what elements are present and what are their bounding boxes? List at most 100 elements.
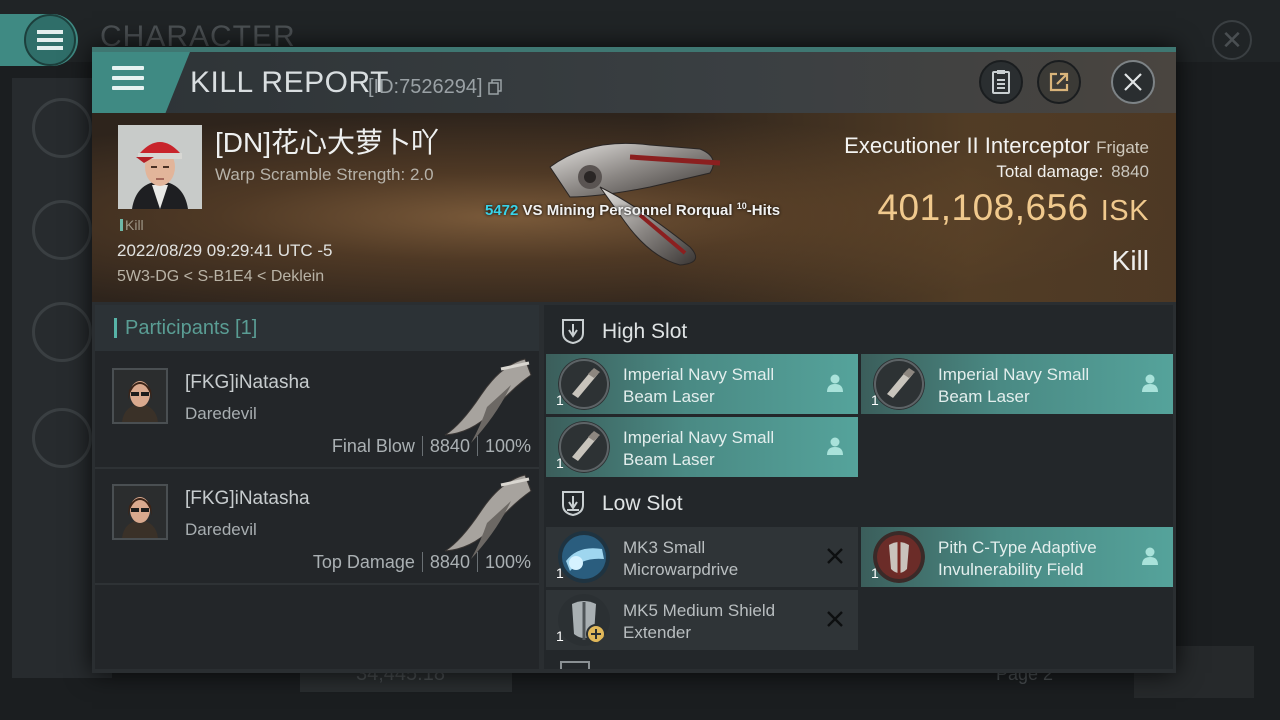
isk-amount: 401,108,656 xyxy=(877,187,1089,228)
dialog-title: KILL REPORT xyxy=(190,66,389,99)
pilot-icon xyxy=(1142,547,1158,565)
low-slot-header: Low Slot xyxy=(544,479,1173,527)
warp-scramble: Warp Scramble Strength: 2.0 xyxy=(215,165,434,184)
pilot-icon xyxy=(1142,374,1158,392)
background-menu-button[interactable] xyxy=(0,14,78,66)
close-button[interactable] xyxy=(1111,60,1155,104)
module-label: Pith C-Type Adaptive Invulnerability Fie… xyxy=(938,538,1097,579)
beam-laser-icon xyxy=(558,421,610,473)
participant-role: Final Blow xyxy=(331,436,415,456)
vs-superscript: 10 xyxy=(736,201,747,211)
pilot-icon xyxy=(827,437,843,455)
isk-value: 401,108,656 ISK xyxy=(877,187,1149,229)
share-button[interactable] xyxy=(1037,60,1081,104)
low-slot-title: Low Slot xyxy=(602,492,683,515)
kill-result: Kill xyxy=(1111,245,1149,276)
module-label: MK5 Medium Shield Extender xyxy=(623,601,776,642)
invulnerability-field-icon xyxy=(873,531,925,583)
module-slot[interactable]: 1 Imperial Navy Small Beam Laser xyxy=(861,354,1173,414)
participant-percent: 100% xyxy=(484,436,531,456)
participants-header: Participants [1] xyxy=(95,305,539,351)
module-count: 1 xyxy=(556,455,564,471)
module-slot[interactable]: 1 Pith C-Type Adaptive Invulnerability F… xyxy=(861,527,1173,587)
vs-text: VS Mining Personnel Rorqual xyxy=(518,202,737,219)
ship-class: Frigate xyxy=(1096,138,1149,157)
kill-location[interactable]: 5W3-DG < S-B1E4 < Deklein xyxy=(117,268,324,286)
victim-portrait[interactable] xyxy=(118,125,202,209)
clipboard-icon xyxy=(992,70,1010,94)
high-slot-icon xyxy=(562,319,584,344)
participant-row[interactable]: [FKG]iNatasha Daredevil Final Blow 8840 10… xyxy=(95,353,539,469)
total-damage-label: Total damage: xyxy=(996,162,1104,181)
vs-summary: 5472 VS Mining Personnel Rorqual 10-Hits xyxy=(485,201,780,219)
background-side-button[interactable] xyxy=(32,302,92,362)
beam-laser-icon xyxy=(873,358,925,410)
kill-tag-label: Kill xyxy=(125,217,144,233)
module-slot[interactable]: 1 MK5 Medium Shield Extender xyxy=(546,590,858,650)
kill-datetime: 2022/08/29 09:29:41 UTC -5 xyxy=(117,241,333,260)
ship-name-label: Executioner II Interceptor xyxy=(844,133,1090,158)
module-slot[interactable]: 1 Imperial Navy Small Beam Laser xyxy=(546,354,858,414)
participant-ship-image xyxy=(444,474,532,559)
x-mark-icon xyxy=(827,548,843,564)
background-close-icon[interactable]: ✕ xyxy=(1212,20,1252,60)
close-icon xyxy=(1124,73,1142,91)
participants-panel: Participants [1] [FKG]iNatasha Daredevil… xyxy=(95,305,539,669)
module-label: Imperial Navy Small Beam Laser xyxy=(623,365,775,406)
kill-id-label: [ID:7526294] xyxy=(368,76,483,98)
participant-damage: 8840 xyxy=(429,436,470,456)
module-label: Imperial Navy Small Beam Laser xyxy=(623,428,775,469)
high-slot-header: High Slot xyxy=(544,307,1173,355)
participant-ship: Daredevil xyxy=(185,520,257,539)
ship-name[interactable]: Executioner II Interceptor Frigate xyxy=(844,133,1149,159)
module-label: Imperial Navy Small Beam Laser xyxy=(938,365,1090,406)
fitting-panel: High Slot 1 Imperial Navy Small Beam Las… xyxy=(544,305,1173,669)
participant-stats: Final Blow 8840 100% xyxy=(332,436,531,457)
participants-title: Participants [1] xyxy=(125,317,258,339)
menu-icon xyxy=(112,66,144,94)
background-side-button[interactable] xyxy=(32,200,92,260)
module-count: 1 xyxy=(556,628,564,644)
total-damage-value: 8840 xyxy=(1111,162,1149,181)
kill-id[interactable]: [ID:7526294] xyxy=(368,76,502,99)
beam-laser-icon xyxy=(558,358,610,410)
x-mark-icon xyxy=(827,611,843,627)
participant-avatar[interactable] xyxy=(112,368,168,424)
share-icon xyxy=(1049,72,1069,92)
background-side-button[interactable] xyxy=(32,408,92,468)
clipboard-button[interactable] xyxy=(979,60,1023,104)
module-count: 1 xyxy=(556,392,564,408)
kill-report-dialog: KILL REPORT [ID:7526294] [DN]花心大萝卜吖 Warp… xyxy=(92,47,1176,673)
copy-icon[interactable] xyxy=(488,79,502,95)
isk-unit: ISK xyxy=(1100,195,1149,227)
vs-number: 5472 xyxy=(485,202,519,219)
dialog-header: KILL REPORT [ID:7526294] xyxy=(92,52,1176,113)
low-slot-icon xyxy=(562,491,584,516)
participant-stats: Top Damage 8840 100% xyxy=(313,552,531,573)
participant-ship: Daredevil xyxy=(185,404,257,423)
participant-name: [FKG]iNatasha xyxy=(185,488,310,509)
module-count: 1 xyxy=(871,565,879,581)
pilot-icon xyxy=(827,374,843,392)
module-label: MK3 Small Microwarpdrive xyxy=(623,538,739,579)
module-slot[interactable]: 1 Imperial Navy Small Beam Laser xyxy=(546,417,858,477)
victim-name[interactable]: [DN]花心大萝卜吖 xyxy=(215,121,439,161)
high-slot-title: High Slot xyxy=(602,320,688,343)
menu-icon xyxy=(24,14,76,66)
participant-percent: 100% xyxy=(484,552,531,572)
participant-role: Top Damage xyxy=(312,552,415,572)
participant-name: [FKG]iNatasha xyxy=(185,372,310,393)
mid-slot-icon xyxy=(560,661,590,669)
vs-suffix: -Hits xyxy=(746,202,781,219)
participant-row[interactable]: [FKG]iNatasha Daredevil Top Damage 8840 10… xyxy=(95,469,539,585)
participant-avatar[interactable] xyxy=(112,484,168,540)
background-side-button[interactable] xyxy=(32,98,92,158)
participants-accent xyxy=(114,318,117,338)
module-count: 1 xyxy=(556,565,564,581)
module-count: 1 xyxy=(871,392,879,408)
dialog-menu-button[interactable] xyxy=(92,52,190,113)
module-slot[interactable]: 1 MK3 Small Microwarpdrive xyxy=(546,527,858,587)
participant-ship-image xyxy=(444,358,532,443)
total-damage: Total damage: 8840 xyxy=(996,162,1149,182)
victim-banner: [DN]花心大萝卜吖 Warp Scramble Strength: 2.0 K… xyxy=(92,113,1176,302)
